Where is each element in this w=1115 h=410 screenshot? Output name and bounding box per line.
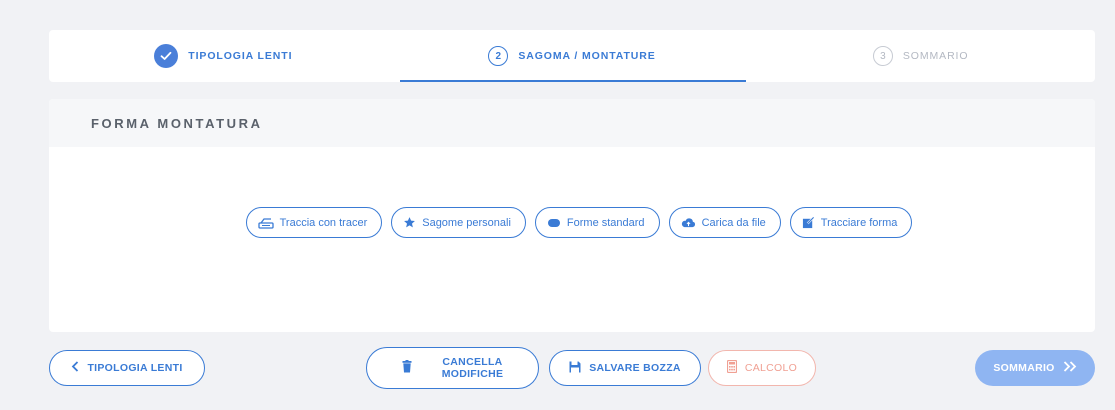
step-tipologia-lenti[interactable]: TIPOLOGIA LENTI: [49, 30, 398, 82]
option-label: Sagome personali: [422, 216, 511, 229]
chevron-left-icon: [71, 361, 79, 375]
step-sommario[interactable]: 3 SOMMARIO: [746, 30, 1095, 82]
step-number: 2: [488, 46, 509, 66]
custom-shapes-button[interactable]: Sagome personali: [391, 207, 526, 238]
save-button-label: SALVARE BOZZA: [589, 362, 681, 374]
panel-header: FORMA MONTATURA: [49, 99, 1095, 147]
step-label: SAGOMA / MONTATURE: [518, 50, 656, 62]
option-label: Forme standard: [566, 216, 645, 229]
lens-shape-icon: [547, 218, 561, 228]
option-label: Traccia con tracer: [279, 216, 368, 229]
cancel-changes-button[interactable]: CANCELLA MODIFICHE: [366, 347, 539, 389]
tracer-icon: [257, 217, 274, 229]
cloud-upload-icon: [681, 217, 696, 229]
check-icon: [154, 44, 179, 68]
cancel-button-label: CANCELLA MODIFICHE: [442, 356, 504, 380]
save-draft-button[interactable]: SALVARE BOZZA: [549, 350, 701, 386]
frame-shape-panel: FORMA MONTATURA Traccia con tracer Sagom…: [49, 99, 1095, 332]
step-label: TIPOLOGIA LENTI: [188, 50, 293, 62]
star-icon: [403, 216, 416, 229]
calculate-button[interactable]: CALCOLO: [708, 350, 816, 386]
double-chevron-right-icon: [1063, 361, 1077, 375]
option-label: Tracciare forma: [820, 216, 898, 229]
cancel-label-line1: CANCELLA: [442, 356, 503, 368]
summary-next-button[interactable]: SOMMARIO: [975, 350, 1095, 386]
cancel-label-line2: MODIFICHE: [441, 368, 504, 380]
summary-button-label: SOMMARIO: [993, 362, 1055, 374]
step-label: SOMMARIO: [902, 50, 969, 62]
upload-file-button[interactable]: Carica da file: [668, 207, 781, 238]
panel-title: FORMA MONTATURA: [91, 115, 263, 131]
calculator-icon: [726, 359, 737, 376]
calc-button-label: CALCOLO: [744, 362, 798, 374]
draw-shape-button[interactable]: Tracciare forma: [789, 207, 913, 238]
save-icon: [569, 361, 581, 376]
tracer-button[interactable]: Traccia con tracer: [245, 207, 383, 238]
back-button-label: TIPOLOGIA LENTI: [87, 362, 183, 374]
wizard-stepper: TIPOLOGIA LENTI 2 SAGOMA / MONTATURE 3 S…: [49, 30, 1095, 82]
option-label: Carica da file: [701, 216, 766, 229]
standard-shapes-button[interactable]: Forme standard: [534, 207, 660, 238]
trash-icon: [402, 360, 412, 376]
step-number: 3: [872, 46, 893, 66]
edit-icon: [802, 216, 815, 229]
back-button[interactable]: TIPOLOGIA LENTI: [49, 350, 205, 386]
step-sagoma-montature[interactable]: 2 SAGOMA / MONTATURE: [398, 30, 747, 82]
shape-options: Traccia con tracer Sagome personali Form…: [49, 207, 1095, 238]
